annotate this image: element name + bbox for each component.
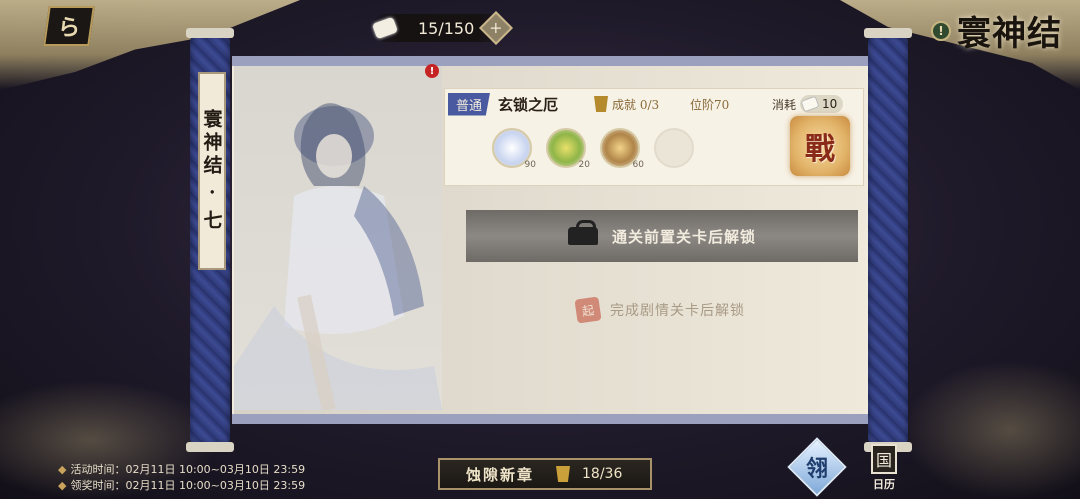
story-lock-row: 起 完成剧情关卡后解锁 — [574, 296, 745, 324]
calendar-button[interactable]: 国 日历 — [864, 444, 904, 494]
jade-token-icon[interactable]: 60 — [600, 128, 644, 170]
back-button[interactable]: ら — [43, 6, 95, 46]
reward-count: 90 — [524, 160, 536, 170]
chapter-count: 18/36 — [582, 466, 623, 482]
reward-count: 60 — [632, 160, 644, 170]
difficulty-tag: 普通 — [448, 92, 491, 116]
empty-slot-icon — [654, 128, 694, 168]
stage-name: 玄锁之厄 — [498, 95, 559, 114]
achievement-icon — [594, 96, 609, 112]
title-area: ! 寰神结 — [931, 6, 1062, 55]
scroll-roller-right — [864, 28, 912, 452]
calendar-label: 日历 — [873, 478, 895, 491]
story-lock-text: 完成剧情关卡后解锁 — [610, 303, 745, 319]
battle-button[interactable]: 戰 — [790, 116, 850, 176]
chapter-label: 寰神结 · 七 — [198, 72, 226, 270]
rank-requirement: 位阶70 — [690, 97, 730, 112]
achievement-icon — [556, 466, 571, 482]
character-portrait — [234, 66, 442, 410]
stage-header: 普通 玄锁之厄 成就 0/3 位阶70 消耗 10 — [448, 92, 858, 116]
resource-count: 15/150 — [418, 18, 475, 38]
jade-stone-icon — [800, 95, 820, 113]
cost-value: 10 — [822, 97, 838, 111]
plus-icon: + — [489, 18, 503, 37]
seal-icon: 起 — [574, 296, 602, 324]
chapter-label-text: 寰神结 · 七 — [200, 109, 223, 233]
locked-stage-text: 通关前置关卡后解锁 — [611, 227, 756, 246]
resource-counter: 15/150 + — [371, 11, 513, 45]
character-illustration — [234, 103, 442, 410]
battle-label: 戰 — [805, 132, 835, 167]
event-info: ◆ 活动时间：02月11日 10:00~03月10日 23:59 ◆ 领奖时间：02… — [58, 462, 305, 494]
chapter-progress-bar[interactable]: 蚀隙新章 18/36 — [438, 458, 652, 490]
feather-icon: 翎 — [805, 455, 829, 482]
cost-box: 10 — [800, 95, 844, 113]
info-icon[interactable]: ! — [931, 20, 951, 41]
activity-time: ◆ 活动时间：02月11日 10:00~03月10日 23:59 — [58, 463, 306, 476]
feather-button[interactable]: 翎 — [787, 437, 847, 497]
chapter-name: 蚀隙新章 — [466, 465, 535, 484]
star-crystal-icon[interactable]: 90 — [492, 128, 536, 170]
jade-stone-icon — [371, 16, 399, 40]
reward-time: ◆ 领奖时间：02月11日 10:00~03月10日 23:59 — [58, 479, 306, 492]
lock-icon — [567, 220, 598, 245]
calendar-icon: 国 — [871, 444, 897, 474]
cost-label: 消耗 — [772, 97, 797, 112]
page-title: 寰神结 — [957, 14, 1062, 54]
add-resource-button[interactable]: + — [479, 11, 513, 45]
reward-count: 20 — [578, 160, 590, 170]
gold-tripod-icon[interactable]: 20 — [546, 128, 590, 170]
achievement-count: 成就 0/3 — [612, 97, 660, 112]
alert-badge: ! — [425, 64, 439, 78]
back-icon: ら — [57, 15, 80, 41]
locked-stage-bar: 通关前置关卡后解锁 — [466, 210, 858, 262]
decorative-cloud — [900, 360, 1080, 499]
reward-list: 90 20 60 — [492, 128, 708, 170]
